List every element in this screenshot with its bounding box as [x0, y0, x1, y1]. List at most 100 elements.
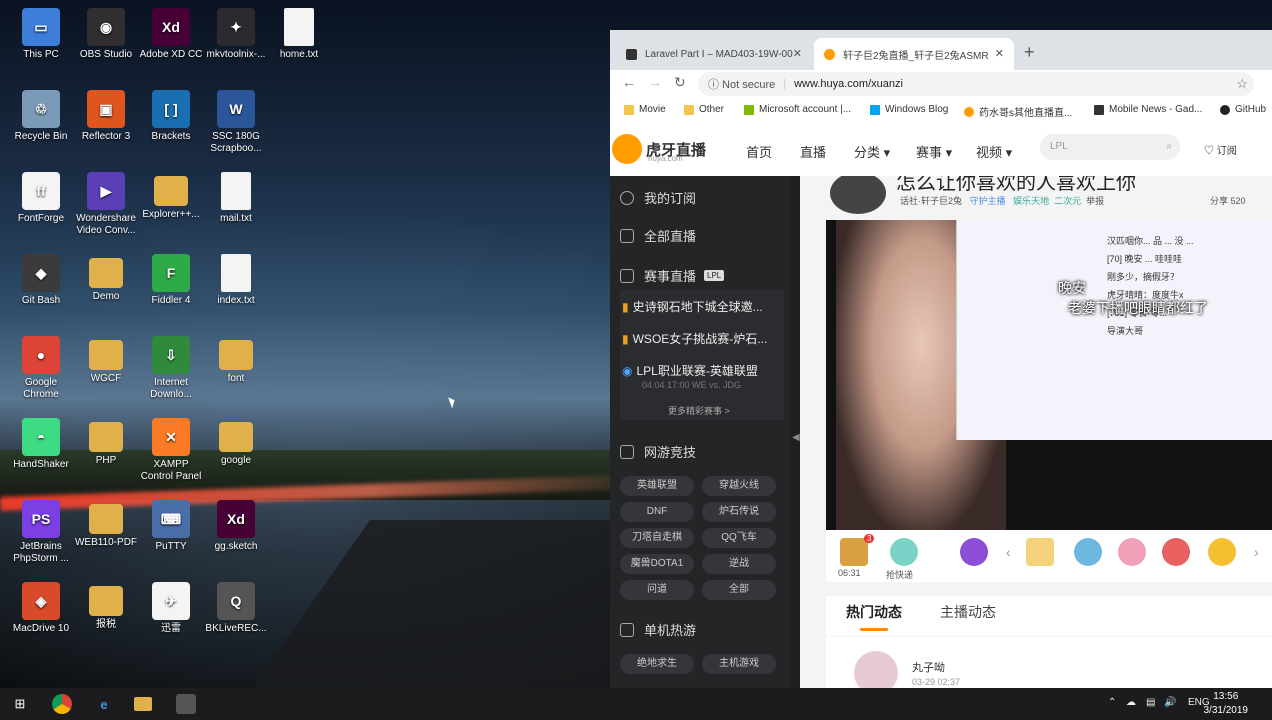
desktop-icon[interactable]: WGCF [73, 336, 139, 385]
sidebar-item-single-games[interactable]: 单机热游 [620, 620, 696, 639]
desktop-icon[interactable]: ● Google Chrome [8, 336, 74, 401]
game-pill[interactable]: DNF [620, 502, 694, 522]
game-pill[interactable]: 英雄联盟 [620, 476, 694, 496]
collapse-arrow-icon[interactable]: ◀ [792, 432, 800, 443]
bookmark-other[interactable]: Other [684, 104, 724, 115]
desktop-icon[interactable]: ◈ MacDrive 10 [8, 582, 74, 635]
tab-laravel[interactable]: Laravel Part I – MAD403-19W-00 ✕ [616, 38, 812, 70]
game-pill[interactable]: 问道 [620, 580, 694, 600]
game-pill[interactable]: 逆战 [702, 554, 776, 574]
desktop-icon[interactable]: ✈ 迅雷 [138, 582, 204, 635]
bookmark-microsoft-account[interactable]: Microsoft account |... [744, 104, 851, 115]
recorder-taskbar-icon[interactable] [176, 694, 196, 714]
desktop-icon[interactable]: ◉ OBS Studio [73, 8, 139, 61]
tab-close-icon[interactable]: ✕ [995, 47, 1004, 60]
desktop-icon[interactable]: font [203, 336, 269, 385]
reload-icon[interactable]: ↻ [674, 74, 686, 91]
bookmark-movie[interactable]: Movie [624, 104, 666, 115]
gift-next-icon[interactable]: › [1254, 544, 1259, 560]
nav-category[interactable]: 分类 ▾ [854, 142, 890, 161]
sidebar-item-esports[interactable]: 赛事直播 LPL [620, 266, 725, 285]
subcategory-link[interactable]: 二次元 [1054, 196, 1081, 206]
clock[interactable]: 13:56 3/31/2019 [1204, 690, 1249, 718]
desktop-icon[interactable]: W SSC 180G Scrapboo... [203, 90, 269, 155]
edge-taskbar-icon[interactable]: e [94, 694, 114, 714]
volume-icon[interactable]: 🔊 [1164, 697, 1176, 708]
game-pill[interactable]: 绝地求生 [620, 654, 694, 674]
nav-events[interactable]: 赛事 ▾ [916, 142, 952, 161]
nav-live[interactable]: 直播 [800, 142, 826, 161]
tab-huya-active[interactable]: 轩子巨2兔直播_轩子巨2兔ASMR ✕ [814, 38, 1014, 70]
desktop-icon[interactable]: ▭ This PC [8, 8, 74, 61]
desktop-icon[interactable]: Demo [73, 254, 139, 303]
search-icon[interactable]: ⌕ [1166, 134, 1172, 160]
desktop-icon[interactable]: ♲ Recycle Bin [8, 90, 74, 143]
desktop-icon[interactable]: F Fiddler 4 [138, 254, 204, 307]
sidebar-collapse-handle[interactable]: ◀ [790, 176, 800, 688]
game-pill[interactable]: 主机游戏 [702, 654, 776, 674]
guard-link[interactable]: 守护主播 [970, 196, 1006, 206]
anchor-name[interactable]: 话社·轩子巨2兔 [900, 196, 962, 206]
forward-icon[interactable]: → [648, 74, 662, 90]
game-pill[interactable]: 刀塔自走棋 [620, 528, 694, 548]
bookmark-mobile-news[interactable]: Mobile News - Gad... [1094, 104, 1202, 115]
huya-logo[interactable]: 虎牙直播 huya.com [612, 132, 712, 166]
feed-item[interactable]: 丸子呦 03-29 02:37 [826, 636, 1272, 688]
desktop-icon[interactable]: WEB110-PDF [73, 500, 139, 549]
sidebar-item-all-live[interactable]: 全部直播 [620, 226, 696, 245]
gift-item-icon[interactable] [1118, 538, 1146, 566]
chrome-taskbar-icon[interactable] [52, 694, 72, 714]
nav-video[interactable]: 视频 ▾ [976, 142, 1012, 161]
tab-hot-feed[interactable]: 热门动态 [846, 602, 902, 631]
tab-anchor-feed[interactable]: 主播动态 [940, 602, 996, 622]
bookmark-github[interactable]: GitHub [1220, 104, 1266, 115]
desktop-icon[interactable]: index.txt [203, 254, 269, 307]
desktop-icon[interactable]: ◓ HandShaker [8, 418, 74, 471]
bookmark-star-icon[interactable]: ☆ [1236, 76, 1248, 92]
network-icon[interactable]: ▤ [1146, 697, 1155, 708]
desktop-icon[interactable]: ▶ Wondershare Video Conv... [73, 172, 139, 237]
game-pill[interactable]: 魔兽DOTA1 [620, 554, 694, 574]
desktop-icon[interactable]: Xd Adobe XD CC [138, 8, 204, 61]
category-link[interactable]: 娱乐天地 [1013, 196, 1049, 206]
desktop-icon[interactable]: ✦ mkvtoolnix-... [203, 8, 269, 61]
address-bar[interactable]: ⓘ Not secure | www.huya.com/xuanzi ☆ [698, 72, 1254, 96]
desktop-icon[interactable]: 报税 [73, 582, 139, 631]
sidebar-item-online-games[interactable]: 网游竞技 [620, 442, 696, 461]
match-item[interactable]: ▮ WSOE女子挑战赛-炉石... [622, 330, 782, 347]
desktop-icon[interactable]: Xd gg.sketch [203, 500, 269, 553]
desktop-icon[interactable]: PHP [73, 418, 139, 467]
bookmark-windows-blog[interactable]: Windows Blog [870, 104, 948, 115]
bookmark-huya-streamer[interactable]: 药水哥s其他直播直... [964, 104, 1072, 119]
desktop-icon[interactable]: ◆ Git Bash [8, 254, 74, 307]
share-button[interactable]: 分享 520 [1210, 194, 1246, 207]
desktop-icon[interactable]: home.txt [266, 8, 332, 61]
gift-item-icon[interactable] [1026, 538, 1054, 566]
not-secure-label[interactable]: ⓘ Not secure [708, 76, 775, 92]
treasure-chest-icon[interactable] [840, 538, 868, 566]
desktop-icon[interactable]: ⌨ PuTTY [138, 500, 204, 553]
desktop-icon[interactable]: Q BKLiveREC... [203, 582, 269, 635]
back-icon[interactable]: ← [622, 74, 636, 90]
desktop-icon[interactable]: mail.txt [203, 172, 269, 225]
url-text[interactable]: www.huya.com/xuanzi [794, 78, 903, 90]
subscribe-link[interactable]: ♡ 订阅 [1204, 142, 1237, 157]
desktop-icon[interactable]: ▣ Reflector 3 [73, 90, 139, 143]
more-matches-link[interactable]: 更多精彩赛事 > [668, 404, 730, 417]
sidebar-item-my-subscriptions[interactable]: 我的订阅 [620, 188, 696, 207]
feed-author[interactable]: 丸子呦 [912, 659, 945, 675]
game-pill[interactable]: 炉石传说 [702, 502, 776, 522]
new-tab-icon[interactable]: + [1024, 42, 1035, 63]
game-pill[interactable]: QQ飞车 [702, 528, 776, 548]
gift-prev-icon[interactable]: ‹ [1006, 544, 1011, 560]
game-pill[interactable]: 穿越火线 [702, 476, 776, 496]
desktop-icon[interactable]: google [203, 418, 269, 467]
start-icon[interactable]: ⊞ [10, 694, 30, 714]
trophy-gift-icon[interactable] [1208, 538, 1236, 566]
gift-item-icon[interactable] [1074, 538, 1102, 566]
match-item[interactable]: ▮ 史诗钢石地下城全球邀... [622, 298, 782, 315]
express-gift-icon[interactable] [890, 538, 918, 566]
desktop-icon[interactable]: ff FontForge [8, 172, 74, 225]
desktop-icon[interactable]: [ ] Brackets [138, 90, 204, 143]
huya-search-input[interactable]: LPL ⌕ [1040, 134, 1180, 160]
